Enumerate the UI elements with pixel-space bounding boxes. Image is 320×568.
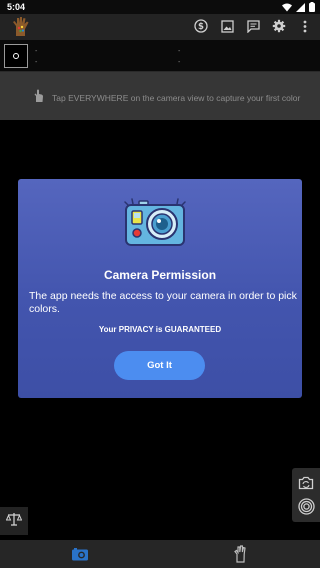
camera-controls-panel xyxy=(292,468,320,522)
camera-tab-icon[interactable] xyxy=(71,545,89,563)
gear-icon[interactable] xyxy=(270,17,288,35)
balance-button[interactable] xyxy=(0,507,28,535)
target-dot-icon xyxy=(13,53,19,59)
status-time: 5:04 xyxy=(7,2,26,12)
app-bar-actions: $ xyxy=(192,17,314,35)
app-bar: $ xyxy=(0,14,320,40)
battery-icon xyxy=(309,2,315,14)
dollar-icon[interactable]: $ xyxy=(192,17,210,35)
capture-target-icon[interactable] xyxy=(297,497,315,515)
camera-illustration-icon xyxy=(123,198,187,248)
svg-text:$: $ xyxy=(198,22,204,32)
hand-tab-icon[interactable] xyxy=(231,545,249,563)
color-value-left-2: - xyxy=(35,59,38,66)
dialog-body: The app needs the access to your camera … xyxy=(29,290,297,315)
chat-icon[interactable] xyxy=(244,17,262,35)
color-swatch[interactable] xyxy=(4,44,28,68)
color-info-bar: - - - - xyxy=(0,40,320,72)
app-screen: 5:04 $ - - - - Tap EVERYWHERE on the cam… xyxy=(0,0,320,568)
dialog-title: Camera Permission xyxy=(103,268,217,282)
status-icons xyxy=(282,2,315,14)
wifi-icon xyxy=(282,3,292,14)
got-it-button[interactable]: Got It xyxy=(114,351,205,380)
tap-hand-icon xyxy=(32,89,44,108)
more-vert-icon[interactable] xyxy=(296,17,314,35)
color-value-mid-1: - xyxy=(178,48,181,55)
signal-icon xyxy=(296,2,305,14)
hand-palette-logo xyxy=(10,15,32,37)
hint-bar[interactable]: Tap EVERYWHERE on the camera view to cap… xyxy=(0,72,320,120)
camera-permission-dialog: Camera Permission The app needs the acce… xyxy=(18,179,302,398)
balance-scale-icon xyxy=(5,512,23,531)
privacy-note: Your PRIVACY is GUARANTEED xyxy=(98,325,222,334)
camera-switch-icon[interactable] xyxy=(297,474,315,492)
hint-text: Tap EVERYWHERE on the camera view to cap… xyxy=(52,93,301,103)
color-value-mid-2: - xyxy=(178,59,181,66)
bottom-nav xyxy=(0,540,320,568)
image-icon[interactable] xyxy=(218,17,236,35)
color-value-left-1: - xyxy=(35,48,38,55)
status-bar: 5:04 xyxy=(0,0,320,14)
